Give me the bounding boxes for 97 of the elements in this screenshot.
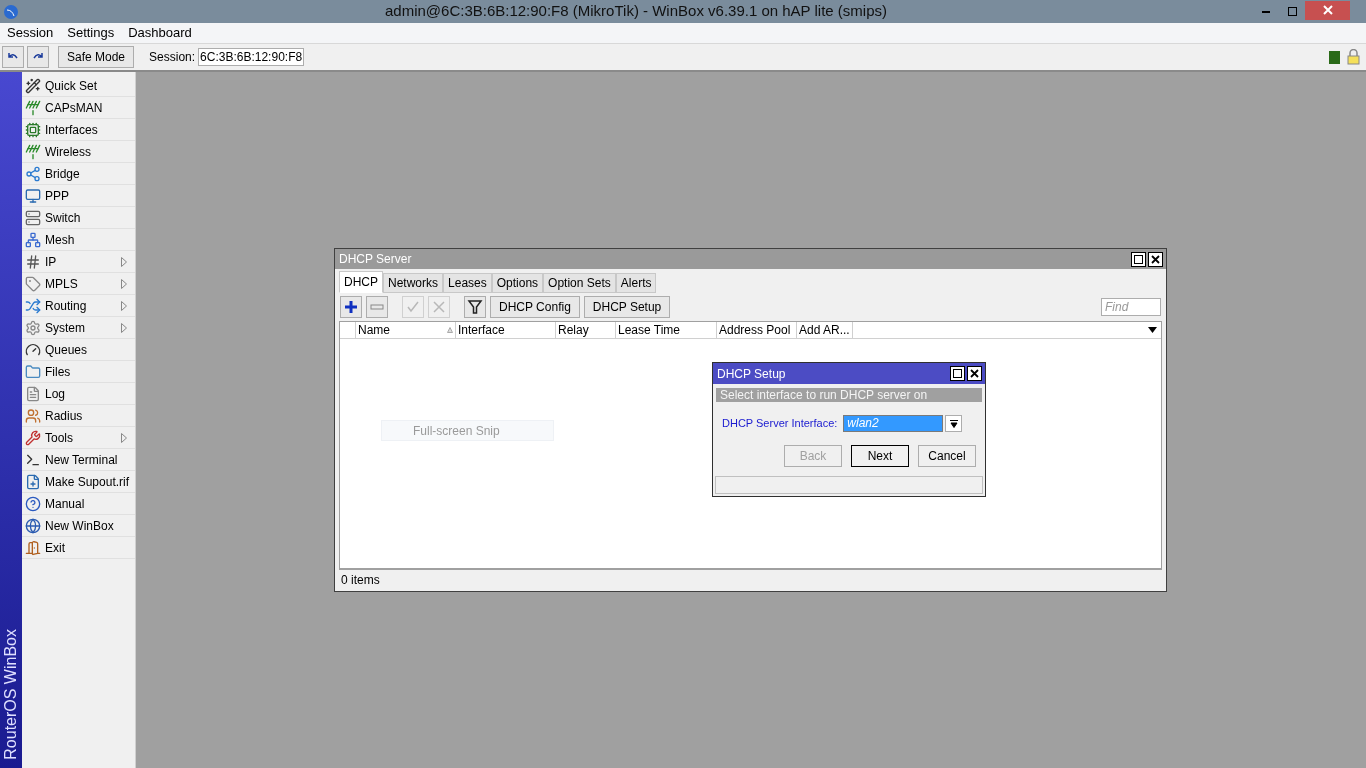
add-button[interactable] (340, 296, 362, 318)
undo-button[interactable] (2, 46, 24, 68)
sidebar-item[interactable]: Radius (22, 405, 135, 427)
maximize-button[interactable] (950, 366, 965, 381)
cross-icon (431, 299, 447, 315)
close-button[interactable] (967, 366, 982, 381)
redo-button[interactable] (27, 46, 49, 68)
sidebar-item[interactable]: Files (22, 361, 135, 383)
sidebar-item[interactable]: New WinBox (22, 515, 135, 537)
sidebar-item[interactable]: Tools (22, 427, 135, 449)
window-title: admin@6C:3B:6B:12:90:F8 (MikroTik) - WinBox v6.39.1 on hAP lite (smips) (384, 1, 888, 22)
submenu-arrow-icon (121, 256, 127, 267)
sidebar-item[interactable]: Log (22, 383, 135, 405)
dropdown-icon (1148, 327, 1157, 333)
column-header[interactable]: Interface (456, 322, 556, 338)
tag-icon (25, 275, 41, 292)
sidebar-item[interactable]: CAPsMAN (22, 97, 135, 119)
sidebar-item[interactable]: Routing (22, 295, 135, 317)
tab[interactable]: Options (491, 273, 544, 293)
help-icon (25, 495, 41, 512)
menu-item[interactable]: Dashboard (128, 23, 192, 43)
tab[interactable]: Leases (443, 273, 492, 293)
find-field[interactable]: Find (1101, 298, 1161, 316)
brand-text: RouterOS WinBox (1, 629, 20, 760)
antenna-icon (25, 99, 41, 116)
session-field: 6C:3B:6B:12:90:F8 (198, 48, 305, 66)
sidebar-item[interactable]: IP (22, 251, 135, 273)
field-label: DHCP Server Interface: (722, 416, 838, 432)
tools-icon (25, 429, 41, 446)
tab[interactable]: Alerts (615, 273, 657, 293)
submenu-arrow-icon (121, 432, 127, 443)
sidebar-item[interactable]: Mesh (22, 229, 135, 251)
tab[interactable]: DHCP (339, 271, 383, 293)
document-icon (25, 385, 41, 402)
maximize-button[interactable] (1131, 251, 1146, 267)
dialog-title: DHCP Setup (717, 365, 787, 383)
sidebar-item[interactable]: Queues (22, 339, 135, 361)
sort-icon (447, 327, 453, 333)
sidebar-item[interactable]: Exit (22, 537, 135, 559)
toolbar-button[interactable]: DHCP Setup (583, 296, 671, 318)
wand-icon (25, 77, 41, 94)
sidebar-item[interactable]: Interfaces (22, 119, 135, 141)
status-icon (1329, 50, 1340, 64)
sidebar-item[interactable]: MPLS (22, 273, 135, 295)
column-header[interactable]: Name (356, 322, 456, 338)
globe-icon (25, 517, 41, 534)
toolbar-button[interactable]: DHCP Config (490, 296, 580, 318)
instruction-bar: Select interface to run DHCP server on (716, 388, 982, 402)
window-title: DHCP Server (339, 251, 413, 268)
check-icon (405, 299, 421, 315)
column-header[interactable]: Add AR... (797, 322, 853, 338)
filter-button[interactable] (464, 296, 486, 318)
sidebar-item[interactable]: Make Supout.rif (22, 471, 135, 493)
computer-icon (25, 187, 41, 204)
tab[interactable]: Networks (383, 273, 444, 293)
menu-item[interactable]: Settings (67, 23, 115, 43)
close-icon (1151, 254, 1160, 264)
submenu-arrow-icon (121, 322, 127, 333)
sidebar-item[interactable]: Quick Set (22, 75, 135, 97)
safe-mode-button[interactable]: Safe Mode (58, 46, 135, 68)
sidebar-item[interactable]: System (22, 317, 135, 339)
dropdown-button[interactable] (945, 415, 963, 432)
close-icon (1322, 5, 1333, 15)
session-label: Session: (149, 49, 196, 66)
gauge-icon (25, 341, 41, 358)
close-icon (970, 369, 979, 378)
column-header[interactable]: Address Pool (717, 322, 797, 338)
folder-icon (25, 363, 41, 380)
sidebar-item[interactable]: Manual (22, 493, 135, 515)
submenu-arrow-icon (121, 300, 127, 311)
sidebar-item[interactable]: Switch (22, 207, 135, 229)
users-icon (25, 407, 41, 424)
globe-icon (3, 3, 19, 20)
crossing-arrows-icon (25, 297, 41, 314)
sidebar-item[interactable]: New Terminal (22, 449, 135, 471)
door-icon (25, 539, 41, 556)
antenna-icon (25, 143, 41, 160)
close-button[interactable] (1148, 251, 1163, 267)
sidebar-item[interactable]: Wireless (22, 141, 135, 163)
column-header[interactable]: Lease Time (616, 322, 717, 338)
gear-icon (25, 319, 41, 336)
filter-icon (467, 299, 483, 315)
sidebar-item[interactable]: PPP (22, 185, 135, 207)
nodes-icon (25, 231, 41, 248)
snip-overlay: Full-screen Snip (381, 420, 554, 441)
menu-item[interactable]: Session (7, 23, 54, 43)
sidebar-item[interactable]: Bridge (22, 163, 135, 185)
add-icon (343, 299, 359, 315)
dropdown-icon (949, 419, 958, 428)
dialog-button[interactable]: Next (851, 445, 909, 467)
tab[interactable]: Option Sets (543, 273, 616, 293)
item-count: 0 items (340, 571, 380, 589)
submenu-arrow-icon (121, 278, 127, 289)
column-header[interactable]: Relay (556, 322, 616, 338)
lock-icon (1347, 49, 1360, 65)
dialog-button[interactable]: Cancel (918, 445, 976, 467)
ip-icon (25, 253, 41, 270)
